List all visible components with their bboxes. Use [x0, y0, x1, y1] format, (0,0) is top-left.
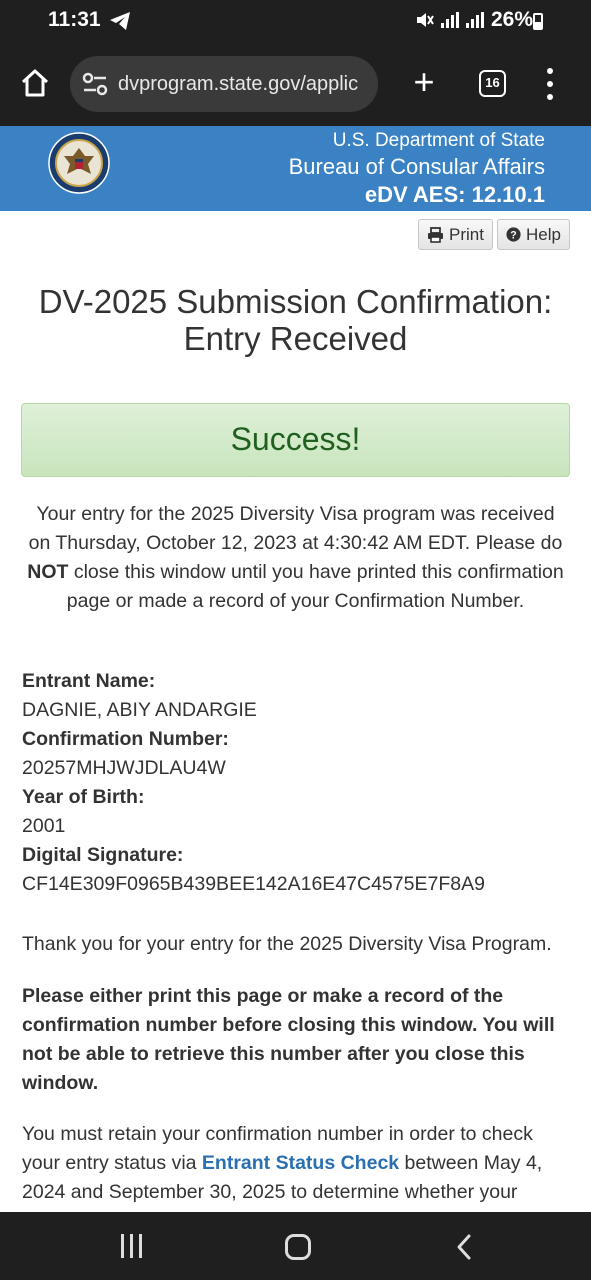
- more-vert-icon[interactable]: [538, 68, 562, 100]
- intro-text-end: close this window until you have printed…: [66, 561, 564, 612]
- entrant-status-check-link[interactable]: Entrant Status Check: [202, 1152, 399, 1174]
- entrant-name-label: Entrant Name:: [22, 670, 156, 692]
- url-text: dvprogram.state.gov/applic: [118, 72, 359, 95]
- confirmation-number-value: 20257MHJWJDLAU4W: [22, 757, 226, 779]
- battery-level: 26%: [490, 8, 533, 31]
- print-button[interactable]: Print: [418, 219, 493, 250]
- mute-icon: [416, 13, 434, 27]
- site-header: U.S. Department of State Bureau of Consu…: [0, 126, 591, 211]
- entrant-name-value: DAGNIE, ABIY ANDARGIE: [22, 699, 257, 721]
- year-of-birth-label: Year of Birth:: [22, 786, 145, 808]
- signal-icon: [465, 12, 484, 28]
- telegram-icon: [110, 12, 130, 30]
- battery-icon: [533, 13, 543, 30]
- address-bar[interactable]: dvprogram.state.gov/applic: [70, 56, 378, 112]
- back-icon[interactable]: [452, 1232, 476, 1262]
- tab-switcher-button[interactable]: 16: [479, 70, 506, 97]
- home-icon[interactable]: [18, 66, 52, 100]
- department-name: U.S. Department of State: [332, 130, 545, 151]
- year-of-birth-value: 2001: [22, 815, 66, 837]
- svg-text:?: ?: [510, 229, 516, 241]
- question-circle-icon: ?: [506, 227, 521, 242]
- digital-signature-value: CF14E309F0965B439BEE142A16E47C4575E7F8A9: [22, 873, 485, 895]
- plus-icon[interactable]: +: [408, 64, 440, 100]
- entrant-details: Entrant Name: DAGNIE, ABIY ANDARGIE Conf…: [22, 667, 571, 899]
- success-banner: Success!: [21, 403, 570, 477]
- status-indicators: 26%: [414, 8, 533, 32]
- help-button[interactable]: ? Help: [497, 219, 570, 250]
- confirmation-number-label: Confirmation Number:: [22, 728, 229, 750]
- print-label: Print: [449, 224, 484, 244]
- help-label: Help: [526, 224, 561, 244]
- page-title: DV-2025 Submission Confirmation: Entry R…: [0, 283, 591, 357]
- intro-text: Your entry for the 2025 Diversity Visa p…: [28, 503, 563, 554]
- page-title-line2: Entry Received: [183, 320, 408, 357]
- printer-icon: [428, 226, 443, 243]
- status-time: 11:31: [48, 8, 101, 31]
- home-button[interactable]: [285, 1234, 311, 1260]
- browser-toolbar: dvprogram.state.gov/applic + 16: [0, 42, 591, 126]
- bureau-name: Bureau of Consular Affairs: [288, 154, 545, 179]
- warning-text: Please either print this page or make a …: [22, 985, 555, 1094]
- signal-icon: [440, 12, 459, 28]
- intro-emphasis: NOT: [27, 561, 69, 583]
- retain-paragraph: You must retain your confirmation number…: [22, 1120, 571, 1207]
- system-nav-bar: [0, 1212, 591, 1280]
- status-bar: 11:31 26%: [0, 0, 591, 42]
- digital-signature-label: Digital Signature:: [22, 844, 184, 866]
- system-version: eDV AES: 12.10.1: [364, 182, 545, 207]
- page-title-line1: DV-2025 Submission Confirmation:: [38, 283, 553, 320]
- state-department-seal-icon: [48, 132, 110, 194]
- recent-apps-button[interactable]: [118, 1234, 146, 1260]
- thank-you-text: Thank you for your entry for the 2025 Di…: [22, 933, 552, 955]
- intro-paragraph: Your entry for the 2025 Diversity Visa p…: [24, 500, 567, 616]
- tune-icon[interactable]: [80, 71, 110, 97]
